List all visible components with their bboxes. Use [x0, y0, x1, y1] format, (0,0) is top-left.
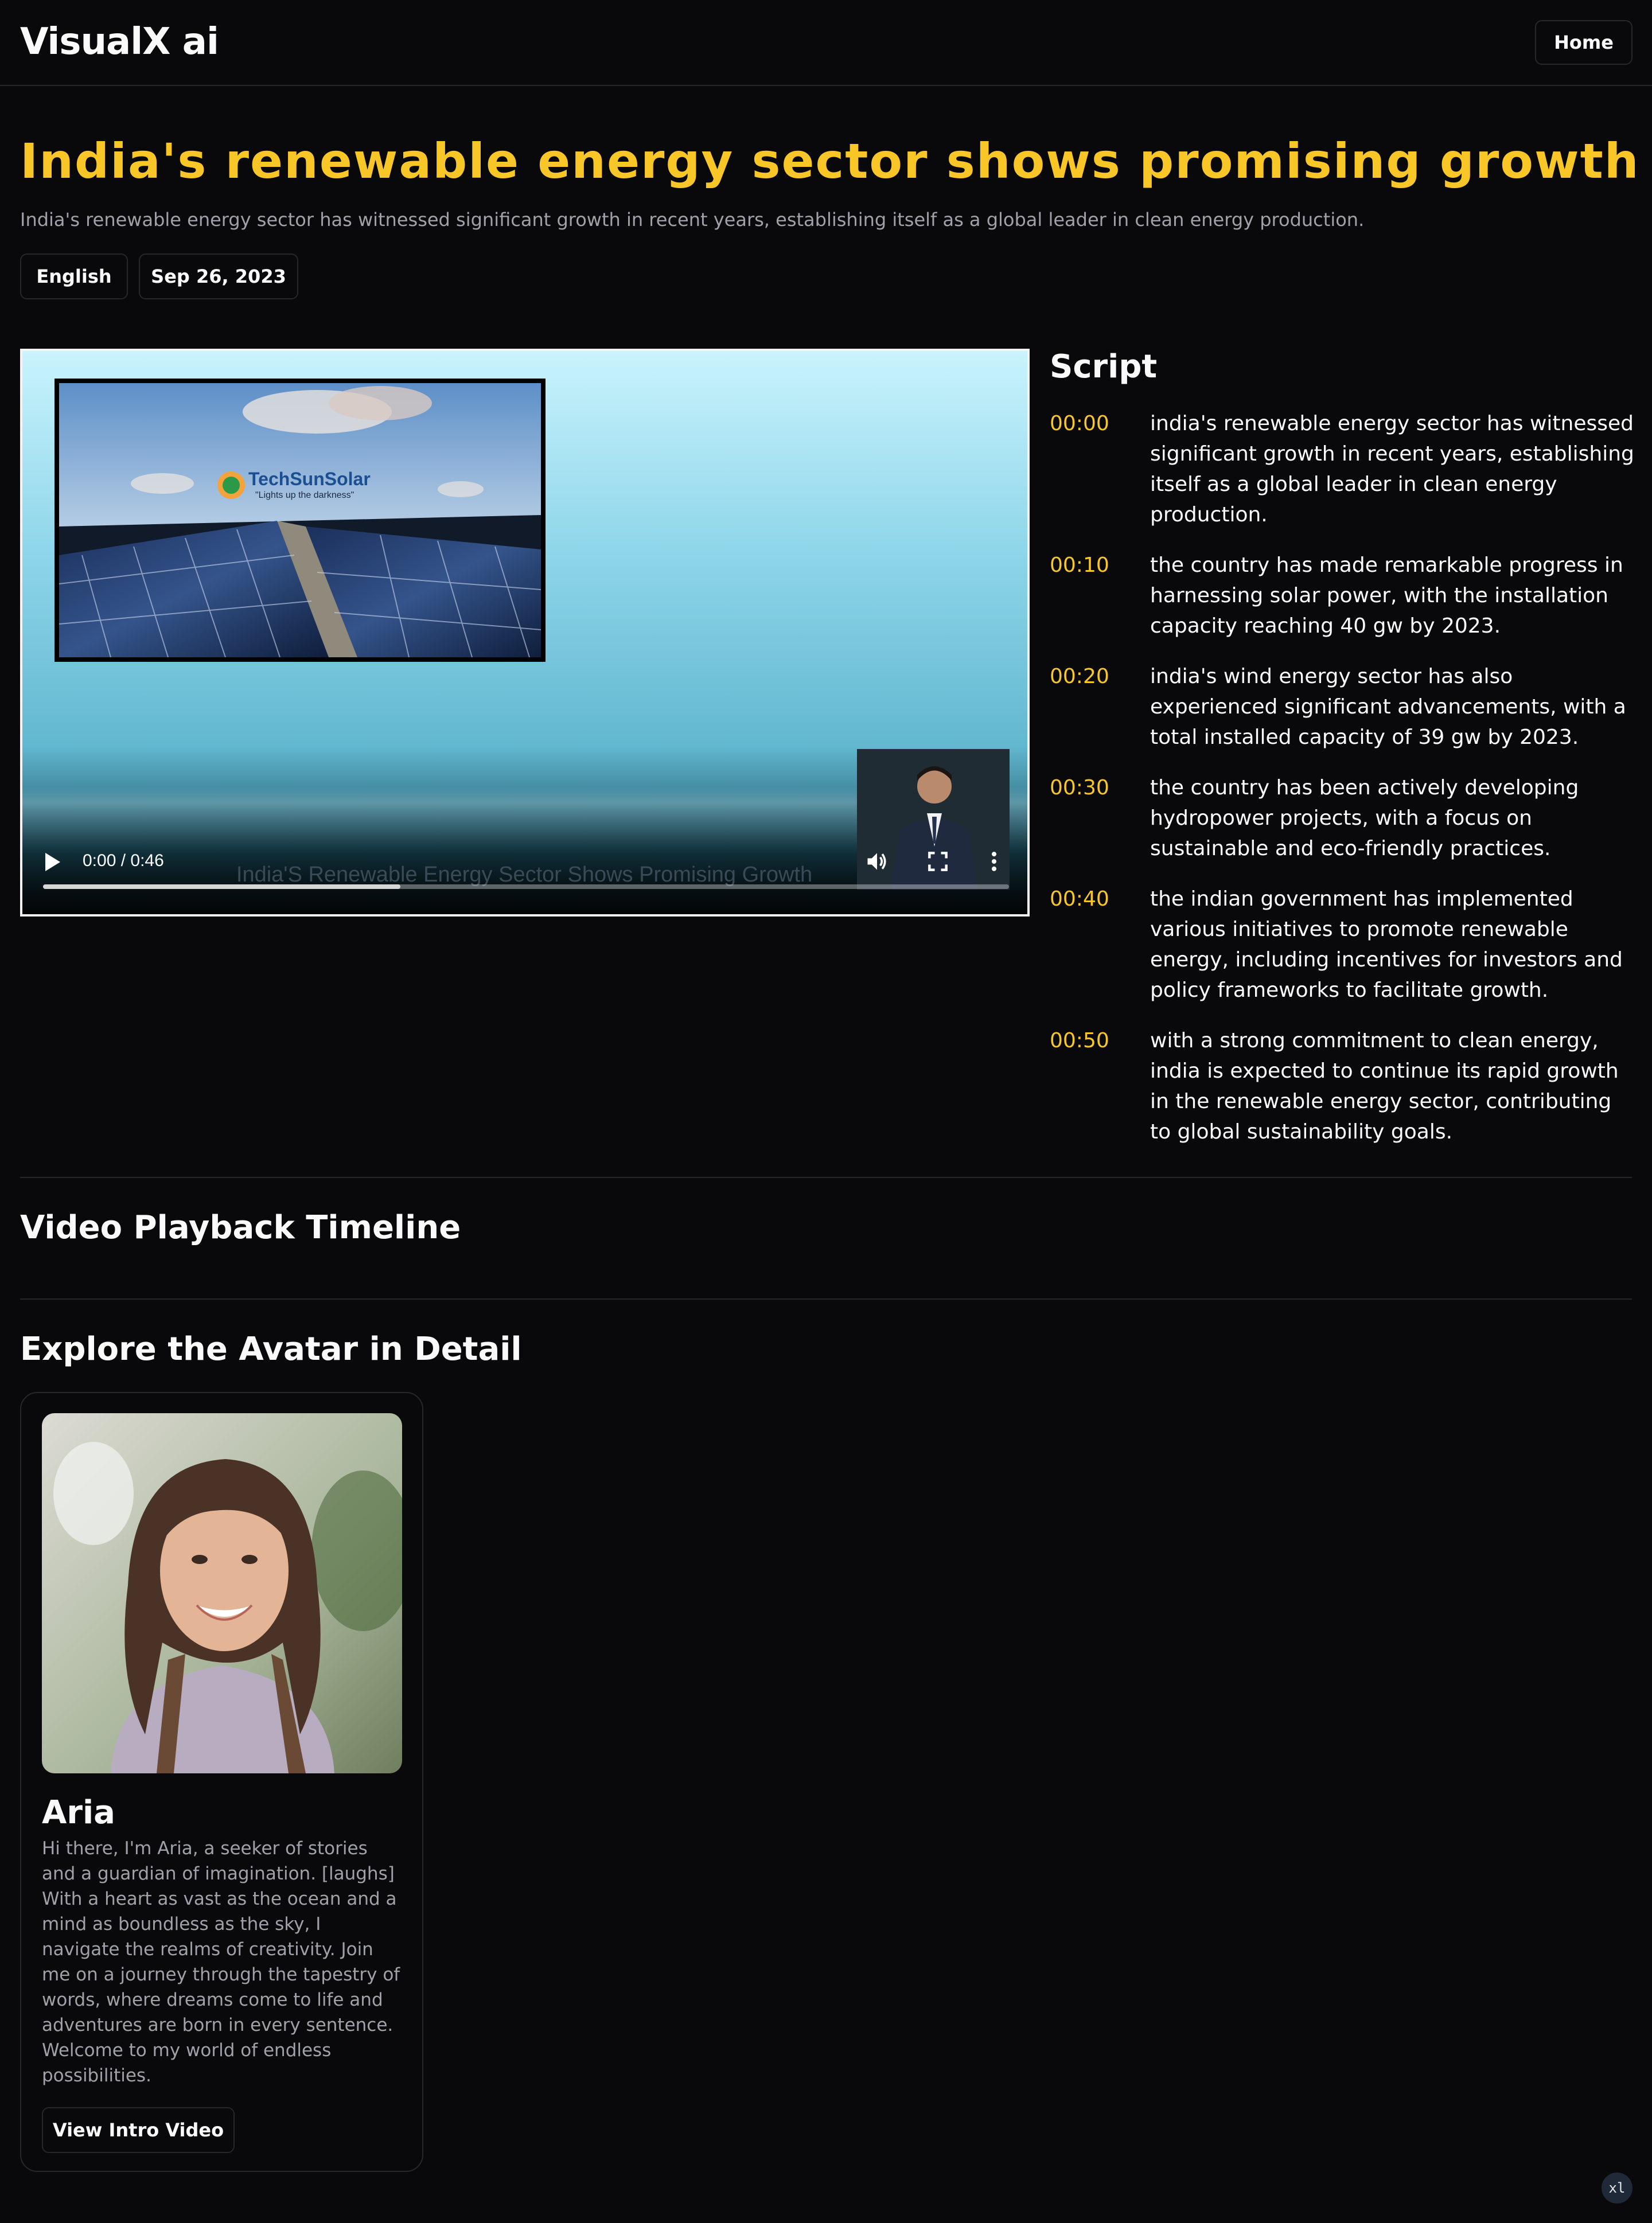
- script-timestamp[interactable]: 00:50: [1050, 1025, 1150, 1147]
- script-item[interactable]: 00:00 india's renewable energy sector ha…: [1050, 408, 1635, 530]
- page-summary: India's renewable energy sector has witn…: [20, 209, 1365, 231]
- script-timestamp[interactable]: 00:30: [1050, 773, 1150, 864]
- fullscreen-icon[interactable]: [925, 849, 950, 874]
- avatar-card: Aria Hi there, I'm Aria, a seeker of sto…: [20, 1392, 423, 2172]
- script-timestamp[interactable]: 00:40: [1050, 884, 1150, 1005]
- script-text: with a strong commitment to clean energy…: [1150, 1029, 1619, 1144]
- solar-panel-image: TechSunSolar "Lights up the darkness": [54, 379, 546, 662]
- solar-logo-tagline: "Lights up the darkness": [255, 490, 354, 500]
- section-divider: [20, 1298, 1632, 1300]
- script-list: 00:00 india's renewable energy sector ha…: [1050, 408, 1635, 1167]
- script-item[interactable]: 00:40 the indian government has implemen…: [1050, 884, 1635, 1005]
- avatar-bio: Hi there, I'm Aria, a seeker of stories …: [42, 1838, 400, 2086]
- more-options-icon[interactable]: [981, 849, 1007, 874]
- script-timestamp[interactable]: 00:10: [1050, 550, 1150, 641]
- script-text: the indian government has implemented va…: [1150, 887, 1623, 1002]
- video-controls: 0:00 / 0:46: [22, 833, 1027, 890]
- home-button[interactable]: Home: [1535, 20, 1632, 65]
- script-item[interactable]: 00:30 the country has been actively deve…: [1050, 773, 1635, 864]
- top-navbar: VisualX ai Home: [0, 0, 1652, 86]
- view-intro-video-button[interactable]: View Intro Video: [42, 2107, 235, 2153]
- script-timestamp[interactable]: 00:00: [1050, 408, 1150, 530]
- script-item[interactable]: 00:20 india's wind energy sector has als…: [1050, 661, 1635, 752]
- script-text: india's wind energy sector has also expe…: [1150, 665, 1626, 749]
- breakpoint-badge: xl: [1602, 2173, 1632, 2204]
- page-title: India's renewable energy sector shows pr…: [20, 133, 1640, 189]
- script-timestamp[interactable]: 00:20: [1050, 661, 1150, 752]
- script-text: the country has made remarkable progress…: [1150, 553, 1623, 638]
- time-display: 0:00 / 0:46: [83, 851, 164, 870]
- script-item[interactable]: 00:10 the country has made remarkable pr…: [1050, 550, 1635, 641]
- script-text: the country has been actively developing…: [1150, 776, 1579, 860]
- avatar-name: Aria: [42, 1794, 115, 1831]
- video-player[interactable]: TechSunSolar "Lights up the darkness" In…: [20, 349, 1030, 916]
- avatar-section-heading: Explore the Avatar in Detail: [20, 1331, 522, 1368]
- script-item[interactable]: 00:50 with a strong commitment to clean …: [1050, 1025, 1635, 1147]
- script-text: india's renewable energy sector has witn…: [1150, 412, 1634, 526]
- avatar-photo: [42, 1413, 402, 1773]
- volume-icon[interactable]: [864, 849, 890, 874]
- language-badge: English: [20, 253, 128, 299]
- script-heading: Script: [1050, 348, 1158, 385]
- timeline-heading: Video Playback Timeline: [20, 1209, 461, 1246]
- brand-logo[interactable]: VisualX ai: [20, 21, 219, 63]
- play-icon[interactable]: [45, 853, 60, 871]
- solar-logo-name: TechSunSolar: [248, 469, 371, 489]
- date-badge: Sep 26, 2023: [139, 253, 298, 299]
- video-progress-bar[interactable]: [43, 884, 1009, 889]
- video-progress-fill: [43, 884, 401, 889]
- section-divider: [20, 1177, 1632, 1178]
